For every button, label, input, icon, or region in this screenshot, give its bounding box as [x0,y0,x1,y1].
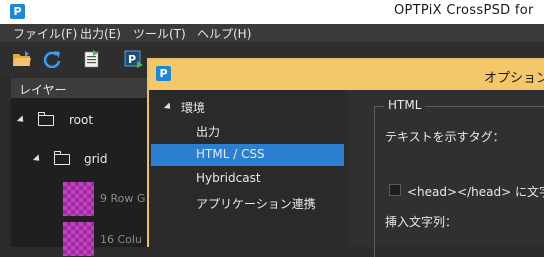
html-group-title: HTML [384,98,426,112]
insert-string-label: 挿入文字列： [385,215,458,229]
settings-pane: HTML テキストを示すタグ： <head></head> に文字列 挿入文字列… [349,90,544,257]
open-folder-icon[interactable] [12,50,32,68]
nav-item-app-integration[interactable]: アプリケーション連携 [151,192,344,214]
preview-icon[interactable]: P [124,50,144,68]
dialog-titlebar: P オプション [149,60,544,90]
dialog-logo-icon: P [156,66,171,81]
menu-bar: ファイル(F) 出力(E) ツール(T) ヘルプ(H) [0,24,544,42]
refresh-icon[interactable] [42,50,62,68]
expand-arrow-icon[interactable] [163,102,174,112]
dialog-title: オプション [484,71,544,86]
layer-panel-title: レイヤー [19,83,67,97]
options-nav: 環境 出力 HTML / CSS Hybridcast アプリケーション連携 [151,90,344,247]
nav-item-label: HTML / CSS [196,147,265,161]
head-string-checkbox[interactable] [389,184,401,196]
nav-item-label: Hybridcast [196,171,261,185]
layer-thumbnail [63,182,94,216]
nav-group-environment[interactable]: 環境 [151,96,344,118]
menu-file[interactable]: ファイル(F) [13,25,77,42]
layer-item-root[interactable]: root [69,113,93,127]
layer-panel: レイヤー root grid 9 Row G 16 Colu [11,78,159,256]
layer-thumbnail [63,222,94,256]
layer-item-grid[interactable]: grid [84,152,108,166]
options-dialog: P オプション 環境 出力 HTML / CSS Hybridcast アプリケ… [147,58,544,257]
window-title: OPTPiX CrossPSD for [394,3,534,18]
nav-item-html-css[interactable]: HTML / CSS [151,144,344,166]
nav-item-label: 出力 [196,125,221,139]
window-titlebar: P OPTPiX CrossPSD for [0,0,544,24]
layer-item[interactable]: 16 Colu [100,233,142,246]
head-string-label: <head></head> に文字列 [407,185,544,199]
folder-icon [53,151,70,165]
expand-arrow-icon[interactable] [16,115,27,125]
layer-panel-header: レイヤー [11,78,159,98]
nav-item-hybridcast[interactable]: Hybridcast [151,168,344,190]
app-logo-icon: P [10,4,25,19]
folder-icon [37,112,54,126]
menu-help[interactable]: ヘルプ(H) [197,25,251,42]
svg-text:P: P [128,53,136,66]
menu-tools[interactable]: ツール(T) [133,25,186,42]
export-document-icon[interactable] [82,50,102,68]
nav-item-label: アプリケーション連携 [196,197,316,211]
nav-group-label: 環境 [181,101,206,115]
text-tag-label: テキストを示すタグ： [385,130,505,144]
menu-output[interactable]: 出力(E) [80,25,121,42]
layer-item[interactable]: 9 Row G [100,192,145,205]
expand-arrow-icon[interactable] [32,154,43,164]
nav-item-output[interactable]: 出力 [151,120,344,142]
